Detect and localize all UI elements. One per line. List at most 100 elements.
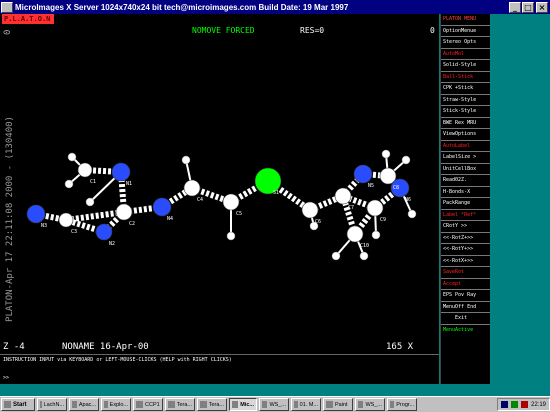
menu-item[interactable]: BWE Rex MRU <box>441 118 490 129</box>
taskbar-item[interactable]: WS_... <box>355 398 385 411</box>
taskbar-item-label: Tera... <box>208 401 224 408</box>
hydrogen-atom <box>381 149 391 159</box>
atom-c5 <box>222 193 240 211</box>
menu-item[interactable]: <<-RotY+>> <box>441 244 490 256</box>
atom-c7 <box>334 187 352 205</box>
taskbar-item-label: WS_... <box>269 401 286 408</box>
menu-item[interactable]: OptionMenue <box>441 26 490 37</box>
taskbar-item[interactable]: Progr... <box>387 398 417 411</box>
taskbar-item-label: LachN... <box>43 401 64 408</box>
taskbar-item-label: WS_... <box>365 401 382 408</box>
atom-label: S1 <box>273 190 279 196</box>
clock: 22:19 <box>530 401 546 408</box>
atom-label: C2 <box>129 221 135 227</box>
menu-item[interactable]: Stick-Style <box>441 106 490 118</box>
menu-item[interactable]: CPK +Stick <box>441 83 490 95</box>
taskbar-item[interactable]: 01. M... <box>291 398 321 411</box>
taskbar-item[interactable]: Apac... <box>69 398 99 411</box>
taskbar-item-label: Explo... <box>109 401 128 408</box>
hydrogen-atom <box>181 155 191 165</box>
top-left-axis-label: 0 Y <box>3 24 13 35</box>
hydrogen-atom <box>67 152 77 162</box>
menu-item[interactable]: EPS Pov Ray <box>441 290 490 302</box>
menu-item[interactable]: Straw-Style <box>441 95 490 106</box>
hydrogen-atom <box>371 230 381 240</box>
menu-item[interactable]: UnitCellBox <box>441 164 490 175</box>
menu-item[interactable]: AutoLabel <box>441 141 490 152</box>
platon-header-strip: P.L.A.T.O.N <box>0 14 439 24</box>
atom-label: N1 <box>126 181 132 187</box>
menu-item[interactable]: CRotY >> <box>441 221 490 233</box>
menu-item[interactable]: Stereo Opts <box>441 37 490 49</box>
taskbar-item-label: 01. M... <box>299 401 318 408</box>
taskbar-item[interactable]: Explo... <box>101 398 131 411</box>
atom-label: C5 <box>236 211 242 217</box>
taskbar-item[interactable]: Tera... <box>165 398 195 411</box>
taskbar-item-label: Paint <box>335 401 348 408</box>
menu-item[interactable]: LabelSize > <box>441 152 490 164</box>
command-prompt[interactable]: >> <box>3 375 9 381</box>
taskbar-item-label: Progr... <box>396 401 414 408</box>
taskbar-item[interactable]: Mic... <box>229 398 257 411</box>
right-background <box>491 14 550 384</box>
minimize-button[interactable]: _ <box>509 1 521 13</box>
atom-label: N4 <box>167 216 173 222</box>
window-title: MicroImages X Server 1024x740x24 bit tec… <box>15 2 349 12</box>
atom-n3 <box>26 204 46 224</box>
molecule-canvas[interactable]: C1 N1 C2 N2 C3 N3 C4 N4 C5 S1 C6 C7 N5 C8 N6 C9 C10 NOMO… <box>0 24 439 354</box>
menu-item[interactable]: MenuActive <box>441 325 490 337</box>
program-icon <box>326 401 333 408</box>
menu-item[interactable]: AutoMol <box>441 49 490 60</box>
molecule-drawing: C1 N1 C2 N2 C3 N3 C4 N4 C5 S1 C6 C7 N5 C8 N6 C9 C10 <box>26 149 417 261</box>
instruction-panel[interactable]: INSTRUCTION INPUT via KEYBOARD or LEFT-M… <box>0 354 439 384</box>
taskbar-item[interactable]: CCP1 <box>133 398 163 411</box>
taskbar-item[interactable]: Paint <box>323 398 353 411</box>
atom-label: N6 <box>405 197 411 203</box>
atom-c2 <box>115 203 133 221</box>
program-icon <box>200 401 207 408</box>
taskbar-item[interactable]: LachN... <box>37 398 67 411</box>
platon-window: MicroImages X Server 1024x740x24 bit tec… <box>0 0 550 412</box>
menu-item[interactable]: Solid-Style <box>441 60 490 72</box>
title-bar[interactable]: MicroImages X Server 1024x740x24 bit tec… <box>0 0 550 14</box>
atom-c3 <box>58 212 74 228</box>
menu-item[interactable]: Read02Z. <box>441 175 490 187</box>
atom-label: N2 <box>109 241 115 247</box>
menu-item[interactable]: H-Bonds-X <box>441 187 490 198</box>
bottom-right-axis-label: 165 X <box>386 342 414 352</box>
atom-label: C8 <box>393 185 399 191</box>
taskbar-item-label: Mic... <box>240 401 254 408</box>
menu-item[interactable]: Ball-Stick <box>441 72 490 83</box>
menu-item[interactable]: Exit <box>441 313 490 325</box>
windows-logo-icon <box>4 401 11 408</box>
close-button[interactable]: × <box>536 1 548 13</box>
menu-item[interactable]: Label *Ref* <box>441 210 490 221</box>
program-icon <box>168 401 175 408</box>
menu-item[interactable]: SaveRot <box>441 267 490 279</box>
speaker-icon[interactable] <box>510 401 518 408</box>
atom-label: N5 <box>368 183 374 189</box>
top-right-value: 0 <box>430 26 435 35</box>
start-label: Start <box>13 401 27 408</box>
atom-n1 <box>111 162 131 182</box>
menu-item[interactable]: PackRange <box>441 198 490 210</box>
taskbar-item-label: Tera... <box>176 401 192 408</box>
taskbar-item[interactable]: Tera... <box>197 398 227 411</box>
menu-item[interactable]: <<-RotX+>> <box>441 256 490 267</box>
atom-c6 <box>301 201 319 219</box>
menu-item[interactable]: ViewOptions <box>441 129 490 141</box>
app-icon[interactable] <box>1 1 13 13</box>
menu-item[interactable]: Accept <box>441 279 490 290</box>
atom-c4 <box>183 179 201 197</box>
menu-item[interactable]: MenuOff End <box>441 302 490 313</box>
network-icon[interactable] <box>500 401 508 408</box>
taskbar-item[interactable]: WS_... <box>259 398 289 411</box>
atom-label: C1 <box>90 179 96 185</box>
platon-header-label: P.L.A.T.O.N <box>2 14 54 24</box>
maximize-button[interactable]: □ <box>522 1 534 13</box>
hydrogen-atom <box>64 179 74 189</box>
menu-item[interactable]: <<-RotZ+>> <box>441 233 490 244</box>
scheduler-icon[interactable] <box>520 401 528 408</box>
menu-item[interactable]: PLATON MENU <box>441 14 490 26</box>
start-button[interactable]: Start <box>1 398 35 411</box>
